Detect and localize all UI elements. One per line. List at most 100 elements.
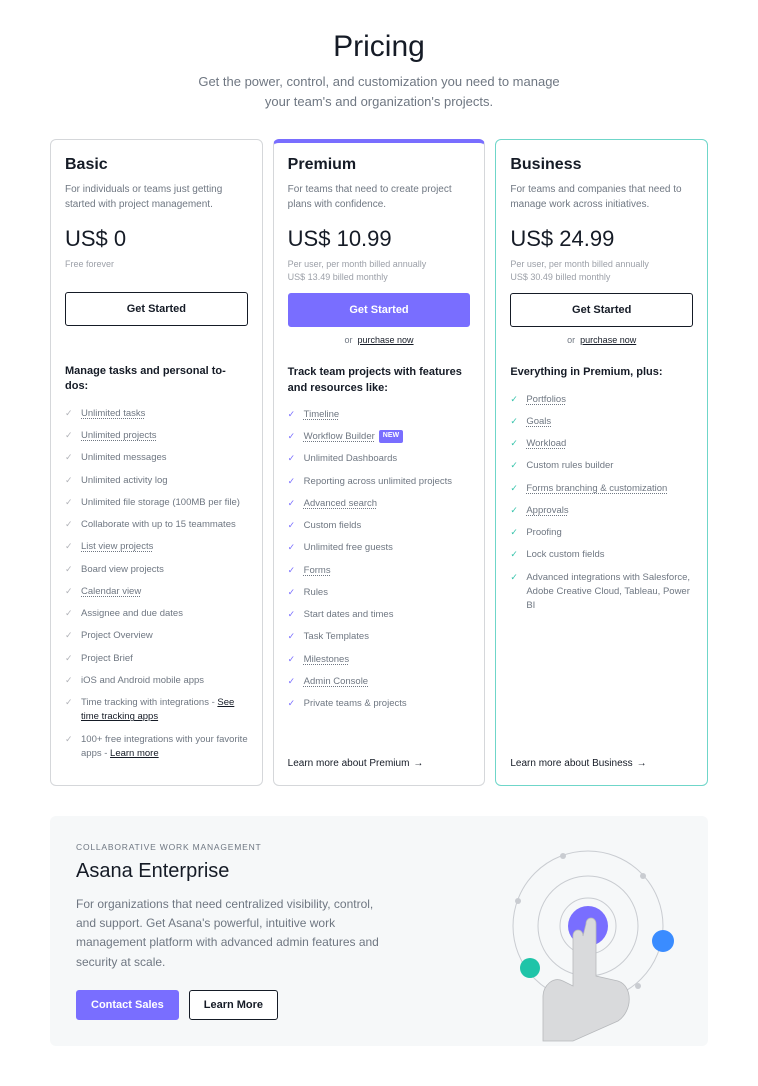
enterprise-title: Asana Enterprise (76, 860, 396, 883)
feature-item: Admin Console (288, 675, 471, 689)
feature-link[interactable]: Advanced search (304, 498, 377, 509)
get-started-button[interactable]: Get Started (510, 293, 693, 327)
plan-desc: For individuals or teams just getting st… (65, 182, 248, 212)
plan-price: US$ 0 (65, 226, 248, 252)
features-title: Everything in Premium, plus: (510, 365, 693, 380)
enterprise-desc: For organizations that need centralized … (76, 895, 396, 972)
learn-more-business[interactable]: Learn more about Business→ (510, 758, 693, 769)
feature-link[interactable]: Calendar view (81, 586, 141, 597)
arrow-right-icon: → (413, 758, 423, 769)
feature-item: Project Overview (65, 629, 248, 643)
feature-link[interactable]: Forms branching & customization (526, 483, 667, 494)
feature-item: Goals (510, 415, 693, 429)
get-started-button[interactable]: Get Started (288, 293, 471, 327)
feature-item: Portfolios (510, 393, 693, 407)
feature-item: Workload (510, 437, 693, 451)
learn-more-button[interactable]: Learn More (189, 990, 278, 1020)
feature-link[interactable]: Workload (526, 438, 566, 449)
feature-item: Task Templates (288, 630, 471, 644)
feature-item: Custom fields (288, 519, 471, 533)
feature-item: Advanced integrations with Salesforce, A… (510, 571, 693, 614)
purchase-now-link[interactable]: purchase now (580, 335, 636, 345)
plan-name: Basic (65, 156, 248, 174)
plan-desc: For teams that need to create project pl… (288, 182, 471, 212)
feature-link[interactable]: Milestones (304, 654, 349, 665)
feature-item: Start dates and times (288, 608, 471, 622)
feature-item: Reporting across unlimited projects (288, 475, 471, 489)
plan-business: Business For teams and companies that ne… (495, 139, 708, 786)
purchase-line: or purchase now (510, 335, 693, 347)
features-title: Manage tasks and personal to-dos: (65, 364, 248, 395)
plan-price: US$ 24.99 (510, 226, 693, 252)
features-list-business: Portfolios Goals Workload Custom rules buil… (510, 393, 693, 744)
get-started-button[interactable]: Get Started (65, 292, 248, 326)
plan-price-note: Free forever (65, 258, 248, 282)
plans-row: Basic For individuals or teams just gett… (50, 139, 708, 786)
feature-item: Board view projects (65, 563, 248, 577)
enterprise-buttons: Contact Sales Learn More (76, 990, 396, 1020)
enterprise-content: COLLABORATIVE WORK MANAGEMENT Asana Ente… (76, 842, 396, 1020)
features-list-premium: Timeline Workflow Builder NEW Unlimited Das… (288, 408, 471, 744)
feature-link[interactable]: Unlimited tasks (81, 408, 145, 419)
feature-link[interactable]: Goals (526, 416, 551, 427)
plan-name: Business (510, 156, 693, 174)
feature-item: Project Brief (65, 652, 248, 666)
purchase-now-link[interactable]: purchase now (358, 335, 414, 345)
plan-price-note: Per user, per month billed annually US$ … (288, 258, 471, 283)
feature-link[interactable]: Approvals (526, 505, 568, 516)
feature-link[interactable]: List view projects (81, 541, 153, 552)
feature-item: Unlimited activity log (65, 474, 248, 488)
purchase-line: or purchase now (288, 335, 471, 347)
plan-price: US$ 10.99 (288, 226, 471, 252)
feature-item: Unlimited free guests (288, 541, 471, 555)
feature-link[interactable]: See time tracking apps (81, 697, 234, 722)
plan-premium: Premium For teams that need to create pr… (273, 139, 486, 786)
feature-link[interactable]: Portfolios (526, 394, 566, 405)
feature-item: iOS and Android mobile apps (65, 674, 248, 688)
feature-item: Unlimited file storage (100MB per file) (65, 496, 248, 510)
feature-item: Calendar view (65, 585, 248, 599)
feature-item: Time tracking with integrations - See ti… (65, 696, 248, 725)
feature-item: Forms branching & customization (510, 482, 693, 496)
feature-item: Forms (288, 564, 471, 578)
features-list-basic: Unlimited tasks Unlimited projects Unlimit… (65, 407, 248, 769)
page-heading: Pricing Get the power, control, and cust… (50, 30, 708, 111)
feature-item: Proofing (510, 526, 693, 540)
arrow-right-icon: → (637, 758, 647, 769)
feature-link[interactable]: Unlimited projects (81, 430, 157, 441)
feature-item: Unlimited Dashboards (288, 452, 471, 466)
purchase-line (65, 334, 248, 346)
feature-link[interactable]: Workflow Builder (304, 431, 375, 442)
learn-more-premium[interactable]: Learn more about Premium→ (288, 758, 471, 769)
feature-link[interactable]: Admin Console (304, 676, 368, 687)
feature-link[interactable]: Forms (304, 565, 331, 576)
feature-item: Collaborate with up to 15 teammates (65, 518, 248, 532)
plan-price-note: Per user, per month billed annually US$ … (510, 258, 693, 283)
pricing-page: Pricing Get the power, control, and cust… (0, 0, 758, 1086)
feature-item: Rules (288, 586, 471, 600)
feature-item: Assignee and due dates (65, 607, 248, 621)
enterprise-eyebrow: COLLABORATIVE WORK MANAGEMENT (76, 842, 396, 852)
feature-item: Milestones (288, 653, 471, 667)
page-title: Pricing (50, 30, 708, 64)
hand-target-illustration (468, 846, 688, 1046)
feature-link[interactable]: Timeline (304, 409, 340, 420)
feature-item: Timeline (288, 408, 471, 422)
feature-item: Unlimited projects (65, 429, 248, 443)
plan-name: Premium (288, 156, 471, 174)
contact-sales-button[interactable]: Contact Sales (76, 990, 179, 1020)
feature-item: Lock custom fields (510, 548, 693, 562)
feature-item: Unlimited messages (65, 451, 248, 465)
enterprise-card: COLLABORATIVE WORK MANAGEMENT Asana Ente… (50, 816, 708, 1046)
page-subtitle: Get the power, control, and customizatio… (50, 72, 708, 111)
feature-item: List view projects (65, 540, 248, 554)
feature-link[interactable]: Learn more (110, 748, 159, 759)
features-title: Track team projects with features and re… (288, 365, 471, 396)
plan-desc: For teams and companies that need to man… (510, 182, 693, 212)
feature-item: Private teams & projects (288, 697, 471, 711)
new-badge: NEW (379, 430, 403, 443)
feature-item: Custom rules builder (510, 459, 693, 473)
plan-basic: Basic For individuals or teams just gett… (50, 139, 263, 786)
feature-item: Unlimited tasks (65, 407, 248, 421)
feature-item: 100+ free integrations with your favorit… (65, 733, 248, 762)
